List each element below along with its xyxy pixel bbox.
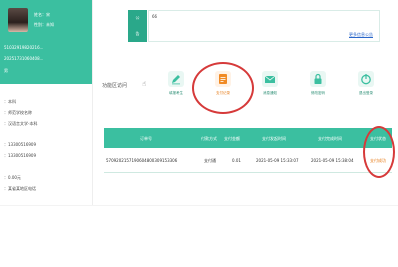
table-header: 订单号 付款方式 支付金额 支付发起时间 支付完成时间 支付状态 (104, 128, 392, 148)
cell-pay-amount: 0.01 (232, 158, 241, 163)
col-pay-amount: 支付金额 (224, 136, 240, 141)
profile-gender: 性别：未知 (34, 22, 54, 27)
profile-id-number: 51032919820216... (4, 45, 44, 50)
col-finish-time: 支付完成时间 (318, 136, 342, 141)
profile-id-date: 20251731060408... (4, 56, 44, 61)
annotation-circle-payment (192, 62, 254, 114)
info-school: ：师范学校名称 (4, 110, 32, 115)
info-phone-1: ：13300516909 (4, 142, 36, 147)
info-address: ：某省某地区电话 (4, 186, 36, 191)
payment-table: 订单号 付款方式 支付金额 支付发起时间 支付完成时间 支付状态 5709202… (104, 128, 392, 180)
notice-label-bottom: 告 (135, 31, 140, 36)
notice-label: 公 告 (128, 10, 147, 42)
info-amount: ：0.00元 (4, 175, 21, 180)
shortcut-logout[interactable]: 退出登录 (348, 66, 384, 106)
annotation-circle-status (363, 126, 395, 178)
notice-area: 66 更多信息公告 (148, 10, 380, 42)
table-row: 5709202157190604800309153306 支付通 0.01 20… (104, 148, 392, 173)
info-level: ：本科 (4, 99, 16, 104)
mail-icon (262, 71, 278, 87)
main-content: 公 告 66 更多信息公告 功能区访问 ☝ 填报考生 支付记录 消息通知 修改密… (92, 0, 398, 205)
notice-text: 66 (152, 14, 158, 19)
shortcut-logout-label: 退出登录 (359, 91, 373, 95)
shortcut-edit-label: 填报考生 (169, 91, 183, 95)
profile-card: 姓名：宋 性别：未知 51032919820216... 20251731060… (0, 0, 92, 84)
shortcut-mail[interactable]: 消息通知 (252, 66, 288, 106)
info-phone-2: ：13300516909 (4, 153, 36, 158)
col-start-time: 支付发起时间 (262, 136, 286, 141)
bottom-divider (0, 205, 398, 206)
lock-icon (310, 71, 326, 87)
shortcut-section-title: 功能区访问 (102, 83, 128, 89)
cell-start-time: 2021-05-09 15:33:07 (256, 158, 299, 163)
shortcut-password[interactable]: 修改密码 (300, 66, 336, 106)
shortcut-password-label: 修改密码 (311, 91, 325, 95)
logout-icon (358, 71, 374, 87)
shortcut-mail-label: 消息通知 (263, 91, 277, 95)
edit-icon (168, 71, 184, 87)
avatar (8, 8, 28, 32)
shortcut-edit[interactable]: 填报考生 (158, 66, 194, 106)
user-sidebar: 姓名：宋 性别：未知 51032919820216... 20251731060… (0, 0, 93, 205)
profile-name: 姓名：宋 (34, 12, 50, 17)
pointing-hand-icon: ☝ (142, 80, 147, 88)
col-order-no: 订单号 (140, 136, 152, 141)
info-major: ：汉语言文学-本科 (4, 121, 38, 126)
notice-more-link[interactable]: 更多信息公告 (349, 32, 373, 38)
cell-pay-method: 支付通 (204, 158, 216, 163)
profile-extra: 男 (4, 68, 8, 73)
col-pay-method: 付款方式 (201, 136, 217, 141)
notice-label-top: 公 (135, 15, 140, 20)
cell-finish-time: 2021-05-09 15:38:04 (311, 158, 354, 163)
cell-order-no: 5709202157190604800309153306 (106, 158, 178, 163)
